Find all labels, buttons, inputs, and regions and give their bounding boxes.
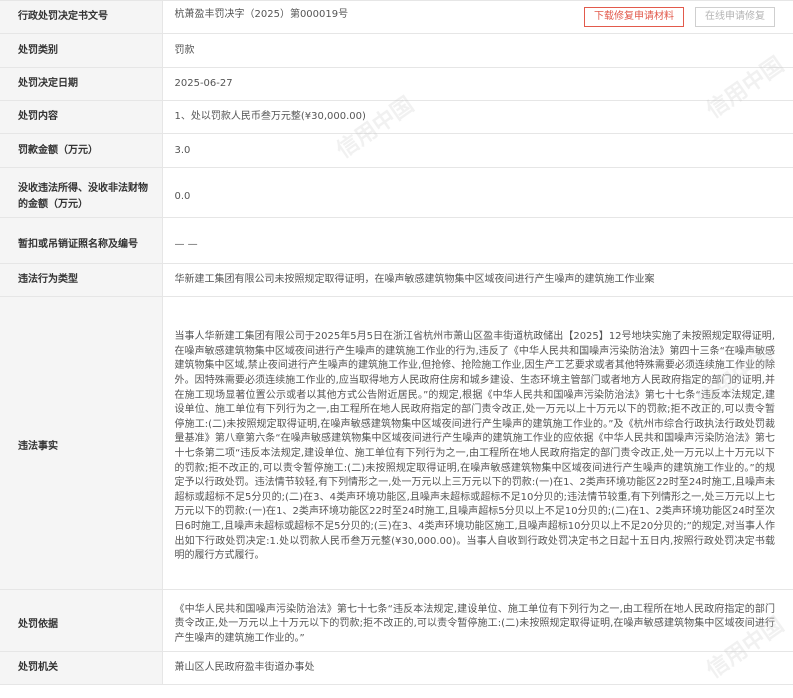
- value-authority: 萧山区人民政府盈丰街道办事处: [162, 651, 793, 685]
- penalty-detail-table: 行政处罚决定书文号 杭萧盈丰罚决字（2025）第000019号 下载修复申请材料…: [0, 0, 793, 685]
- label-facts: 违法事实: [0, 296, 163, 590]
- row-decision-no: 行政处罚决定书文号 杭萧盈丰罚决字（2025）第000019号 下载修复申请材料…: [0, 0, 793, 34]
- value-facts: 当事人华新建工集团有限公司于2025年5月5日在浙江省杭州市萧山区盈丰街道杭政储…: [174, 331, 776, 562]
- label-authority: 处罚机关: [0, 651, 163, 685]
- label-date: 处罚决定日期: [0, 67, 163, 101]
- value-date: 2025-06-27: [162, 67, 793, 101]
- row-category: 处罚类别 罚款: [0, 33, 793, 68]
- label-category: 处罚类别: [0, 33, 163, 68]
- value-violation-type: 华新建工集团有限公司未按照规定取得证明，在噪声敏感建筑物集中区域夜间进行产生噪声…: [162, 263, 793, 297]
- online-repair-application-button[interactable]: 在线申请修复: [695, 7, 775, 27]
- label-license: 暂扣或吊销证照名称及编号: [0, 217, 163, 264]
- value-category: 罚款: [162, 33, 793, 68]
- value-confiscation: 0.0: [162, 167, 793, 218]
- value-fine-amount: 3.0: [162, 133, 793, 168]
- row-content: 处罚内容 1、处以罚款人民币叁万元整(¥30,000.00): [0, 100, 793, 134]
- row-facts: 违法事实 当事人华新建工集团有限公司于2025年5月5日在浙江省杭州市萧山区盈丰…: [0, 296, 793, 590]
- row-fine-amount: 罚款金额（万元） 3.0: [0, 133, 793, 168]
- value-cell-basis: 《中华人民共和国噪声污染防治法》第七十七条“违反本法规定,建设单位、施工单位有下…: [162, 589, 793, 652]
- value-decision-no: 杭萧盈丰罚决字（2025）第000019号: [174, 9, 349, 20]
- row-license: 暂扣或吊销证照名称及编号 — —: [0, 217, 793, 264]
- value-cell-decision-no: 杭萧盈丰罚决字（2025）第000019号 下载修复申请材料 在线申请修复: [162, 0, 793, 34]
- action-buttons: 下载修复申请材料 在线申请修复: [584, 7, 775, 27]
- row-authority: 处罚机关 萧山区人民政府盈丰街道办事处: [0, 651, 793, 685]
- label-basis: 处罚依据: [0, 589, 163, 652]
- row-date: 处罚决定日期 2025-06-27: [0, 67, 793, 101]
- row-basis: 处罚依据 《中华人民共和国噪声污染防治法》第七十七条“违反本法规定,建设单位、施…: [0, 589, 793, 652]
- value-cell-facts: 当事人华新建工集团有限公司于2025年5月5日在浙江省杭州市萧山区盈丰街道杭政储…: [162, 296, 793, 590]
- label-confiscation: 没收违法所得、没收非法财物的金额（万元）: [0, 167, 163, 218]
- value-license: — —: [162, 217, 793, 264]
- label-content: 处罚内容: [0, 100, 163, 134]
- download-repair-materials-button[interactable]: 下载修复申请材料: [584, 7, 684, 27]
- value-content: 1、处以罚款人民币叁万元整(¥30,000.00): [162, 100, 793, 134]
- row-violation-type: 违法行为类型 华新建工集团有限公司未按照规定取得证明，在噪声敏感建筑物集中区域夜…: [0, 263, 793, 297]
- value-basis: 《中华人民共和国噪声污染防治法》第七十七条“违反本法规定,建设单位、施工单位有下…: [174, 603, 776, 644]
- label-fine-amount: 罚款金额（万元）: [0, 133, 163, 168]
- row-confiscation: 没收违法所得、没收非法财物的金额（万元） 0.0: [0, 167, 793, 218]
- label-violation-type: 违法行为类型: [0, 263, 163, 297]
- label-decision-no: 行政处罚决定书文号: [0, 0, 163, 34]
